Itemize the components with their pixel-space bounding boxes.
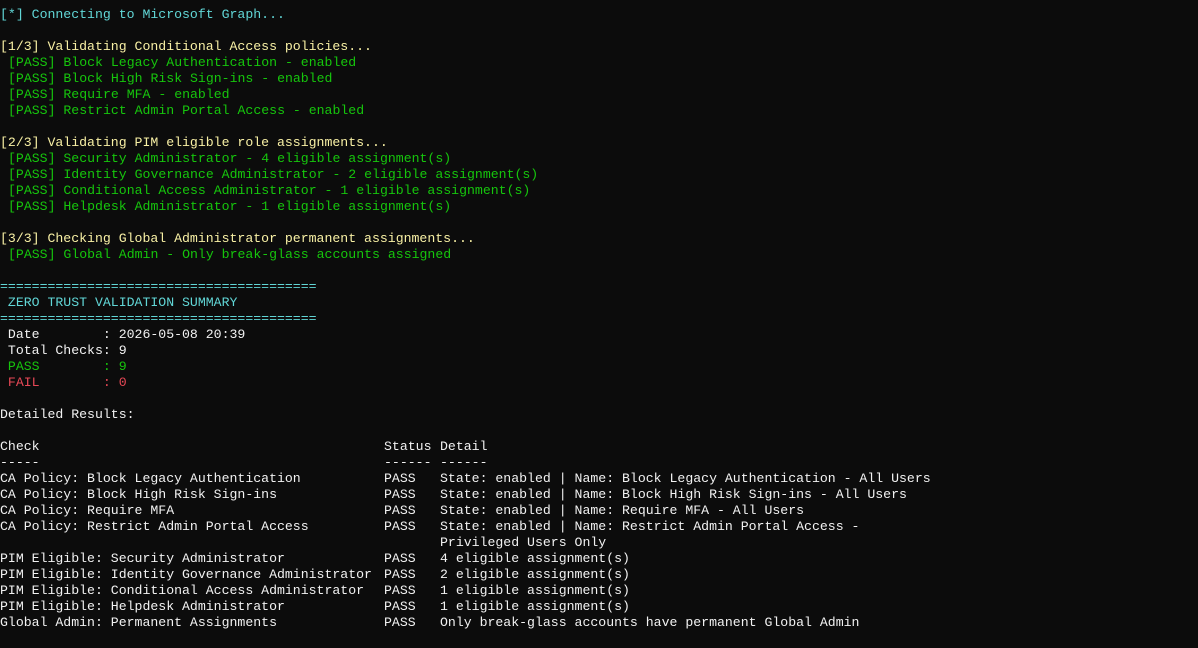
row-detail: Only break-glass accounts have permanent…: [440, 615, 860, 630]
table-header: Check Status Detail: [0, 439, 1198, 455]
step3-result: [PASS] Global Admin - Only break-glass a…: [8, 247, 452, 262]
row-status: PASS: [384, 615, 416, 630]
underline-status: ------: [384, 455, 432, 470]
row-detail: 1 eligible assignment(s): [440, 583, 630, 598]
row-status: PASS: [384, 551, 416, 566]
row-status: PASS: [384, 519, 416, 534]
row-detail: State: enabled | Name: Require MFA - All…: [440, 503, 805, 518]
row-detail: 4 eligible assignment(s): [440, 551, 630, 566]
table-row: CA Policy: Restrict Admin Portal Access …: [0, 519, 1198, 535]
step2-header: [2/3] Validating PIM eligible role assig…: [0, 135, 388, 150]
row-check: [0, 535, 384, 551]
step2-result: [PASS] Identity Governance Administrator…: [8, 167, 539, 182]
table-row: Global Admin: Permanent Assignments PASS…: [0, 615, 1198, 631]
summary-pass: PASS : 9: [0, 359, 127, 374]
connect-line: [*] Connecting to Microsoft Graph...: [0, 7, 285, 22]
row-status: PASS: [384, 471, 416, 486]
step1-header: [1/3] Validating Conditional Access poli…: [0, 39, 372, 54]
summary-rule-top: ========================================: [0, 279, 317, 294]
table-row: CA Policy: Block Legacy Authentication P…: [0, 471, 1198, 487]
table-underline: ----- ------ ------: [0, 455, 1198, 471]
row-check: PIM Eligible: Security Administrator: [0, 551, 285, 566]
table-row: PIM Eligible: Conditional Access Adminis…: [0, 583, 1198, 599]
step1-result: [PASS] Block High Risk Sign-ins - enable…: [8, 71, 333, 86]
row-detail: State: enabled | Name: Restrict Admin Po…: [440, 519, 860, 534]
row-check: PIM Eligible: Helpdesk Administrator: [0, 599, 285, 614]
header-detail: Detail: [440, 439, 488, 454]
underline-detail: ------: [440, 455, 488, 470]
row-detail: State: enabled | Name: Block High Risk S…: [440, 487, 907, 502]
row-status: PASS: [384, 599, 416, 614]
summary-total: Total Checks: 9: [0, 343, 127, 358]
step1-result: [PASS] Restrict Admin Portal Access - en…: [8, 103, 365, 118]
row-detail: 2 eligible assignment(s): [440, 567, 630, 582]
row-status: PASS: [384, 567, 416, 582]
row-detail: Privileged Users Only: [440, 535, 607, 550]
table-row: PIM Eligible: Identity Governance Admini…: [0, 567, 1198, 583]
step2-result: [PASS] Security Administrator - 4 eligib…: [8, 151, 452, 166]
row-check: CA Policy: Block High Risk Sign-ins: [0, 487, 277, 502]
row-status: [384, 535, 440, 551]
table-row: PIM Eligible: Helpdesk Administrator PAS…: [0, 599, 1198, 615]
terminal-window[interactable]: [*] Connecting to Microsoft Graph... [1/…: [0, 0, 1198, 648]
row-check: PIM Eligible: Conditional Access Adminis…: [0, 583, 365, 598]
step3-header: [3/3] Checking Global Administrator perm…: [0, 231, 475, 246]
row-status: PASS: [384, 487, 416, 502]
header-status: Status: [384, 439, 432, 454]
row-status: PASS: [384, 503, 416, 518]
table-row: PIM Eligible: Security Administrator PAS…: [0, 551, 1198, 567]
row-check: PIM Eligible: Identity Governance Admini…: [0, 567, 372, 582]
summary-rule-bottom: ========================================: [0, 311, 317, 326]
step2-result: [PASS] Conditional Access Administrator …: [8, 183, 531, 198]
detailed-heading: Detailed Results:: [0, 407, 135, 422]
step1-result: [PASS] Require MFA - enabled: [8, 87, 230, 102]
row-detail: State: enabled | Name: Block Legacy Auth…: [440, 471, 931, 486]
summary-date: Date : 2026-05-08 20:39: [0, 327, 246, 342]
step1-result: [PASS] Block Legacy Authentication - ena…: [8, 55, 357, 70]
row-check: CA Policy: Block Legacy Authentication: [0, 471, 301, 486]
row-check: CA Policy: Restrict Admin Portal Access: [0, 519, 309, 534]
step2-result: [PASS] Helpdesk Administrator - 1 eligib…: [8, 199, 452, 214]
table-row: CA Policy: Block High Risk Sign-ins PASS…: [0, 487, 1198, 503]
summary-title: ZERO TRUST VALIDATION SUMMARY: [0, 295, 238, 310]
table-row-continuation: Privileged Users Only: [0, 535, 1198, 551]
header-check: Check: [0, 439, 40, 454]
row-check: CA Policy: Require MFA: [0, 503, 175, 518]
summary-fail: FAIL : 0: [0, 375, 127, 390]
row-detail: 1 eligible assignment(s): [440, 599, 630, 614]
row-check: Global Admin: Permanent Assignments: [0, 615, 277, 630]
underline-check: -----: [0, 455, 40, 470]
row-status: PASS: [384, 583, 416, 598]
table-row: CA Policy: Require MFA PASS State: enabl…: [0, 503, 1198, 519]
